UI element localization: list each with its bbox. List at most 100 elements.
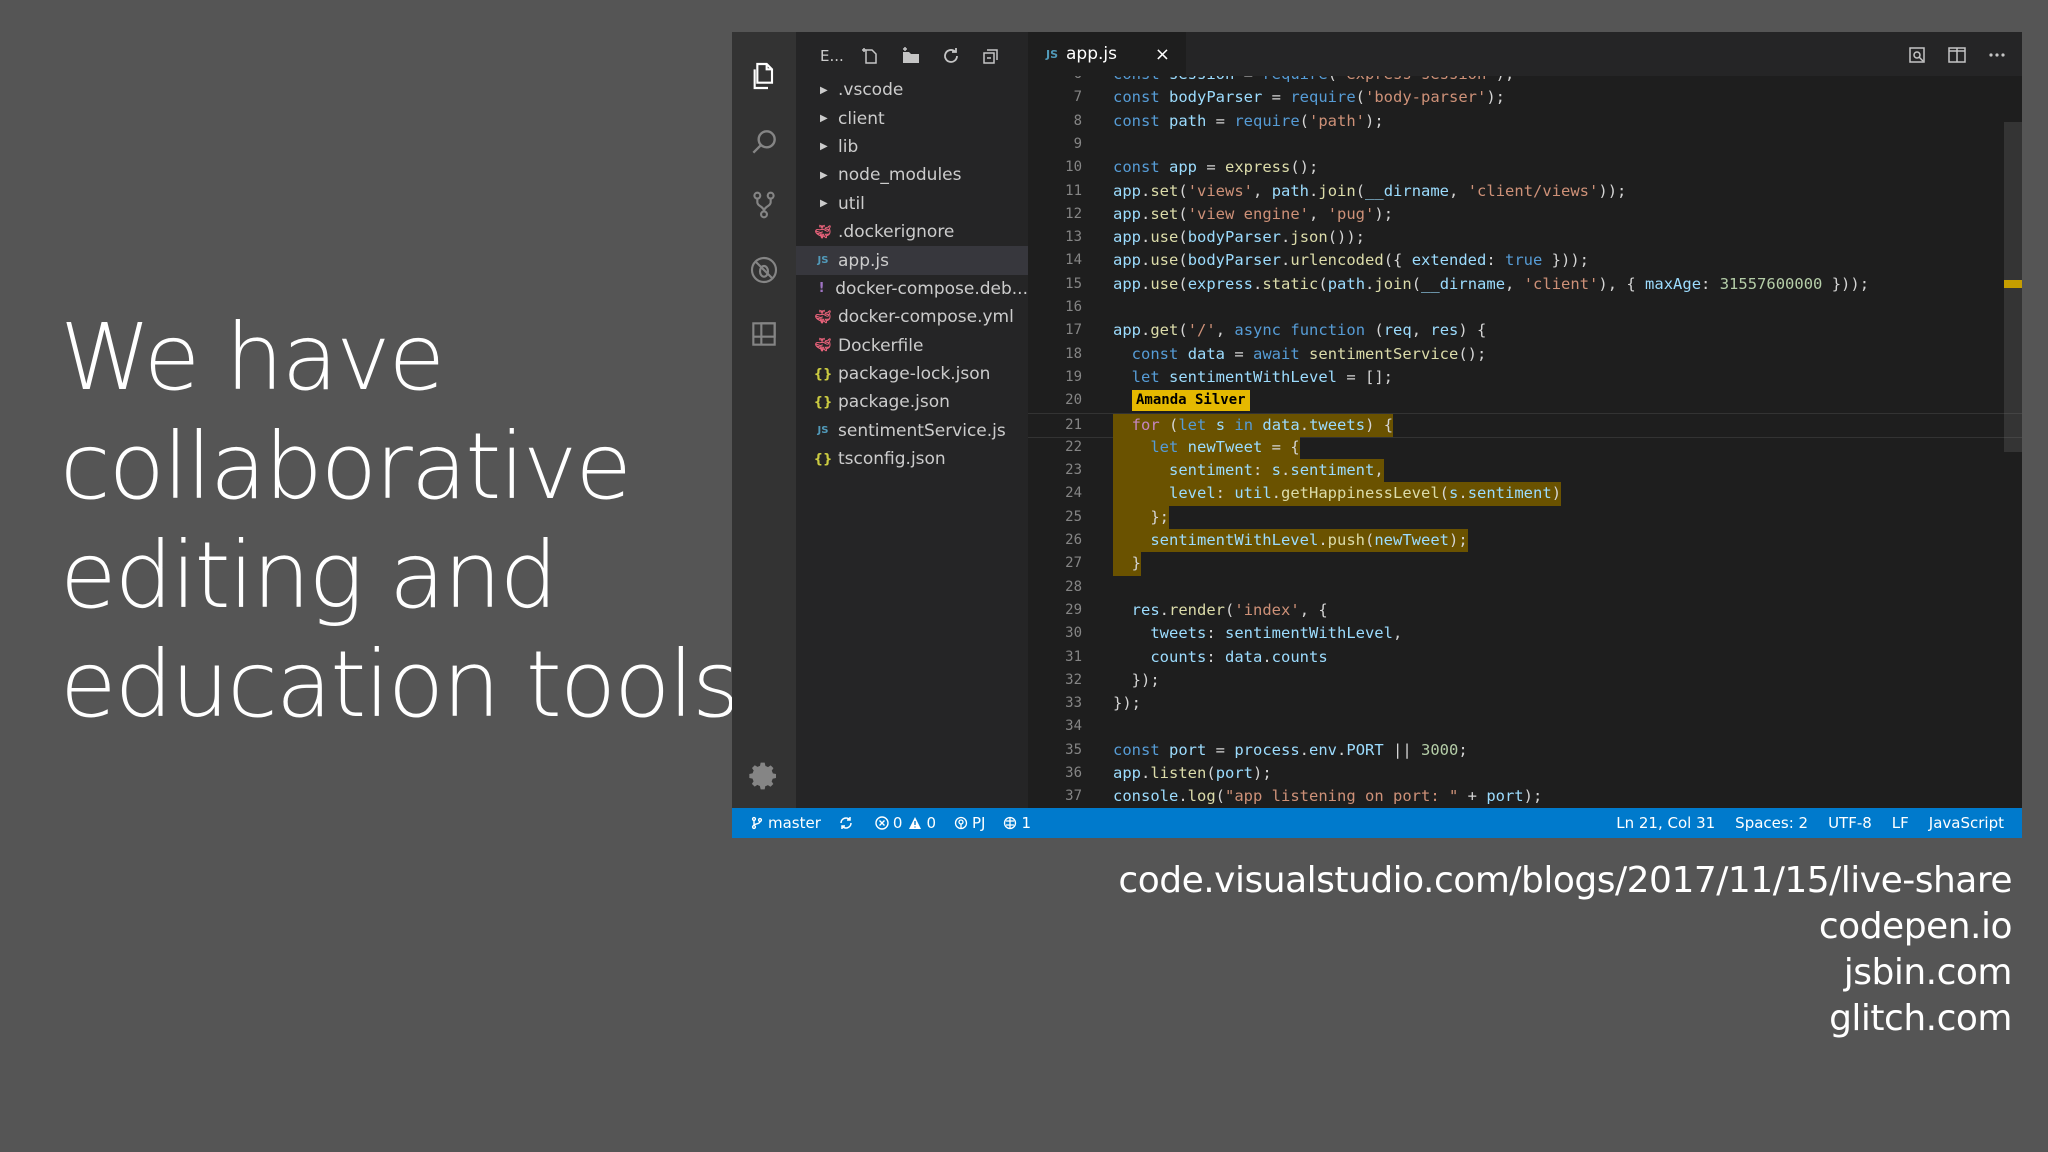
tree-item-label: util <box>838 193 865 214</box>
slide-links: code.visualstudio.com/blogs/2017/11/15/l… <box>1118 858 2012 1042</box>
explorer-title: E... <box>820 47 844 65</box>
code-line[interactable]: 29 res.render('index', { <box>1028 599 2022 622</box>
scrollbar-collab-marker <box>2004 280 2022 288</box>
live-share-indicator[interactable]: PJ <box>954 814 985 832</box>
code-line[interactable]: 19 let sentimentWithLevel = []; <box>1028 366 2022 389</box>
new-file-icon[interactable] <box>858 43 884 69</box>
cursor-position[interactable]: Ln 21, Col 31 <box>1616 814 1715 832</box>
code-line[interactable]: 9 <box>1028 133 2022 156</box>
code-line[interactable]: 26 sentimentWithLevel.push(newTweet); <box>1028 529 2022 553</box>
end-of-line[interactable]: LF <box>1892 814 1909 832</box>
editor-area: JS app.js × 6 const session = require('ex… <box>1028 32 2022 808</box>
code-line[interactable]: 31 counts: data.counts <box>1028 646 2022 669</box>
code-line[interactable]: 30 tweets: sentimentWithLevel, <box>1028 622 2022 645</box>
live-share-icon <box>954 816 968 830</box>
code-line[interactable]: 15 app.use(express.static(path.join(__dir… <box>1028 273 2022 296</box>
code-line[interactable]: 32 }); <box>1028 669 2022 692</box>
line-number: 26 <box>1065 532 1082 548</box>
tree-item-node-modules[interactable]: ▶ node_modules <box>796 161 1028 189</box>
code-line[interactable]: 22 let newTweet = { <box>1028 435 2022 460</box>
more-actions-icon[interactable] <box>1984 42 2010 68</box>
chevron-right-icon: ▶ <box>820 113 828 125</box>
line-number: 37 <box>1065 788 1082 805</box>
code-editor[interactable]: 6 const session = require('express-sessio… <box>1028 76 2022 808</box>
tree-item-dockerignore[interactable]: 🐳︎ .dockerignore <box>796 218 1028 246</box>
line-number: 11 <box>1065 182 1082 199</box>
link-glitch[interactable]: glitch.com <box>1118 996 2012 1042</box>
participants-indicator[interactable]: 1 <box>1003 814 1031 832</box>
link-codepen[interactable]: codepen.io <box>1118 904 2013 950</box>
tree-item-docker-compose[interactable]: 🐳︎ docker-compose.yml <box>796 303 1028 331</box>
error-count: 0 <box>892 814 903 832</box>
tree-item-vscode[interactable]: ▶ .vscode <box>796 76 1028 104</box>
tree-item-package-json[interactable]: {} package.json <box>796 388 1028 416</box>
indentation[interactable]: Spaces: 2 <box>1735 814 1808 832</box>
line-text: console.log("app listening on port: " + … <box>1113 787 1543 806</box>
code-line[interactable]: 7 const bodyParser = require('body-parser… <box>1028 86 2022 109</box>
tree-item-tsconfig[interactable]: {} tsconfig.json <box>796 445 1028 473</box>
debug-icon[interactable] <box>744 250 784 290</box>
sync-icon[interactable] <box>839 816 857 830</box>
code-line[interactable]: 18 const data = await sentimentService()… <box>1028 343 2022 366</box>
close-icon[interactable]: × <box>1155 44 1170 65</box>
json-file-icon: {} <box>813 394 833 410</box>
code-line[interactable]: 8 const path = require('path'); <box>1028 110 2022 133</box>
new-folder-icon[interactable] <box>898 43 924 69</box>
source-control-icon[interactable] <box>744 185 784 225</box>
extensions-icon[interactable] <box>744 314 784 354</box>
code-line[interactable]: 21 for (let s in data.tweets) { <box>1028 412 2022 438</box>
tab-app-js[interactable]: JS app.js × <box>1028 32 1186 76</box>
code-line[interactable]: 17 app.get('/', async function (req, res)… <box>1028 319 2022 342</box>
code-line[interactable]: 10 const app = express(); <box>1028 156 2022 179</box>
link-jsbin[interactable]: jsbin.com <box>1118 950 2013 996</box>
settings-gear-icon[interactable] <box>744 756 784 796</box>
link-live-share[interactable]: code.visualstudio.com/blogs/2017/11/15/l… <box>1118 858 2012 904</box>
code-line[interactable]: 27 } <box>1028 552 2022 576</box>
slide-headline: We have collaborative editing and educat… <box>60 303 767 739</box>
tree-item-lib[interactable]: ▶ lib <box>796 133 1028 161</box>
json-file-icon: {} <box>813 451 833 467</box>
tree-item-docker-compose-debug[interactable]: ! docker-compose.deb... <box>796 275 1028 303</box>
code-line[interactable]: 13 app.use(bodyParser.json()); <box>1028 226 2022 249</box>
tree-item-util[interactable]: ▶ util <box>796 190 1028 218</box>
headline-line: editing and <box>60 522 558 629</box>
code-line[interactable]: 16 <box>1028 296 2022 319</box>
code-line[interactable]: 12 app.set('view engine', 'pug'); <box>1028 203 2022 226</box>
git-branch-icon <box>751 816 763 830</box>
encoding[interactable]: UTF-8 <box>1828 814 1872 832</box>
headline-line: collaborative <box>60 413 632 520</box>
code-line[interactable]: 33}); <box>1028 692 2022 715</box>
line-number: 16 <box>1065 299 1082 315</box>
split-editor-icon[interactable] <box>1944 42 1970 68</box>
tree-item-client[interactable]: ▶ client <box>796 104 1028 132</box>
code-line[interactable]: 37 console.log("app listening on port: " … <box>1028 785 2022 808</box>
tree-item-package-lock[interactable]: {} package-lock.json <box>796 360 1028 388</box>
search-icon[interactable] <box>744 122 784 162</box>
tree-item-app-js[interactable]: JS app.js <box>796 246 1028 275</box>
code-line[interactable]: 14 app.use(bodyParser.urlencoded({ extend… <box>1028 249 2022 272</box>
refresh-icon[interactable] <box>938 43 964 69</box>
tree-item-dockerfile[interactable]: 🐳︎ Dockerfile <box>796 332 1028 360</box>
code-line[interactable]: 34 <box>1028 715 2022 738</box>
tree-item-sentiment-service[interactable]: JS sentimentService.js <box>796 417 1028 445</box>
code-line[interactable]: 35 const port = process.env.PORT || 3000; <box>1028 739 2022 762</box>
problems-indicator[interactable]: 0 0 <box>875 814 936 832</box>
line-number: 18 <box>1065 345 1082 362</box>
branch-name: master <box>768 814 821 832</box>
code-line[interactable]: 28 <box>1028 576 2022 599</box>
code-line[interactable]: 25 }; <box>1028 505 2022 529</box>
collapse-all-icon[interactable] <box>978 43 1004 69</box>
branch-indicator[interactable]: master <box>750 814 821 832</box>
code-line[interactable]: 23 sentiment: s.sentiment, <box>1028 459 2022 483</box>
line-number: 19 <box>1065 368 1082 385</box>
tree-item-label: .dockerignore <box>838 222 955 243</box>
line-number: 32 <box>1065 671 1082 688</box>
code-line[interactable]: 6 const session = require('express-sessio… <box>1028 76 2022 86</box>
explorer-icon[interactable] <box>744 56 784 96</box>
language-mode[interactable]: JavaScript <box>1929 814 2004 832</box>
code-line[interactable]: 36 app.listen(port); <box>1028 762 2022 785</box>
code-line[interactable]: 24 level: util.getHappinessLevel(s.senti… <box>1028 482 2022 506</box>
code-line[interactable]: 11 app.set('views', path.join(__dirname, … <box>1028 180 2022 203</box>
open-preview-icon[interactable] <box>1904 42 1930 68</box>
line-number: 17 <box>1065 322 1082 339</box>
